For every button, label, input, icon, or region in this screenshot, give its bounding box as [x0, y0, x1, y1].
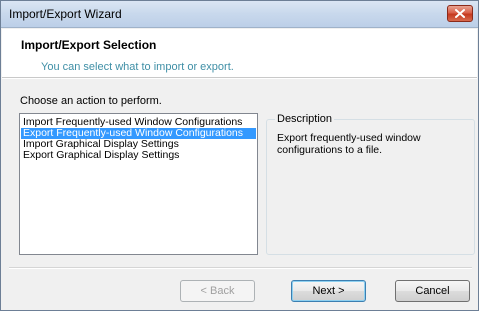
next-button[interactable]: Next >	[291, 280, 366, 302]
description-group: Description Export frequently-used windo…	[266, 113, 475, 255]
description-text: Export frequently-used window configurat…	[277, 132, 421, 156]
back-button[interactable]: < Back	[180, 280, 255, 302]
window-title: Import/Export Wizard	[9, 7, 122, 21]
title-bar[interactable]: Import/Export Wizard	[1, 1, 478, 28]
action-prompt: Choose an action to perform.	[20, 95, 162, 107]
description-legend: Description	[275, 113, 335, 125]
close-button[interactable]	[447, 5, 473, 22]
page-title: Import/Export Selection	[21, 38, 157, 52]
list-item-export-display-settings[interactable]: Export Graphical Display Settings	[21, 150, 256, 161]
page-subtitle: You can select what to import or export.	[41, 61, 234, 73]
footer-divider	[9, 267, 472, 269]
close-icon	[455, 9, 465, 18]
wizard-window: Import/Export Wizard Import/Export Selec…	[0, 0, 479, 311]
header-divider	[2, 78, 477, 79]
wizard-header: Import/Export Selection You can select w…	[2, 29, 477, 78]
action-listbox[interactable]: Import Frequently-used Window Configurat…	[19, 113, 258, 255]
cancel-button[interactable]: Cancel	[395, 280, 470, 302]
